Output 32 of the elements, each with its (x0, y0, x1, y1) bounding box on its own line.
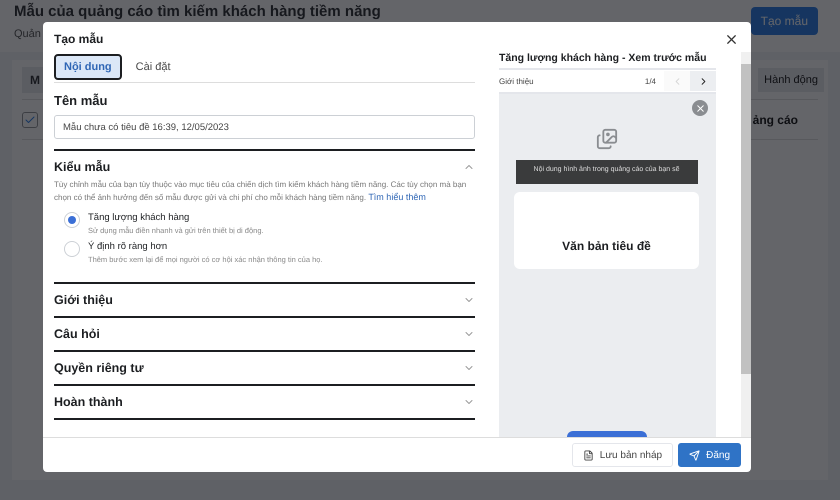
template-name-field[interactable]: Mẫu chưa có tiêu đề 16:39, 12/05/2023 (54, 115, 475, 139)
section-header[interactable]: Giới thiệu (54, 284, 475, 316)
headline: Văn bản tiêu đề (562, 239, 651, 253)
option-label: Ý định rõ ràng hơn (88, 241, 168, 252)
section-header[interactable]: Quyền riêng tư (54, 352, 475, 384)
publish-button[interactable]: Đăng (678, 443, 741, 467)
radio-button[interactable] (64, 212, 80, 228)
submit-button[interactable] (566, 431, 646, 437)
section-header[interactable]: Hoàn thành (54, 386, 475, 418)
next-button[interactable] (690, 71, 716, 91)
radio-button[interactable] (64, 241, 80, 257)
preview-step: Giới thiệu (499, 76, 645, 86)
tab[interactable]: Nội dung (54, 54, 122, 80)
check-icon (24, 114, 36, 126)
select-all-checkbox[interactable] (22, 112, 38, 128)
images-icon (596, 128, 618, 150)
scrollbar[interactable] (741, 52, 751, 437)
option-label: Tăng lượng khách hàng (88, 212, 190, 223)
page-counter: 1/4 (644, 76, 656, 86)
section-header[interactable]: Câu hỏi (54, 318, 475, 350)
send-icon (689, 450, 700, 460)
column-header: ảng cáo (752, 112, 798, 126)
close-icon[interactable] (724, 32, 739, 47)
field-label: Tên mẫu (54, 93, 108, 108)
document-icon (582, 450, 594, 460)
tab[interactable]: Cài đặt (126, 54, 181, 80)
save-draft-button[interactable]: Lưu bản nháp (572, 443, 674, 467)
page-subtitle: Quản (14, 28, 41, 40)
page-title: Mẫu của quảng cáo tìm kiếm khách hàng tiềm năng (14, 3, 381, 20)
dialog-title: Tạo mẫu (54, 32, 104, 48)
learn-more-link[interactable]: Tìm hiểu thêm (368, 192, 426, 202)
section-description: Tùy chỉnh mẫu của bạn tùy thuộc vào mục tiêu của chiến dịch tìm kiếm khách hàng tiềm năng. Các tùy chọn mà bạn chọn có thể ảnh hưởng đến số mẫu được gửi và chi phí cho mỗi khách hàng tiềm năng. Tìm hiểu thêm (54, 179, 468, 204)
